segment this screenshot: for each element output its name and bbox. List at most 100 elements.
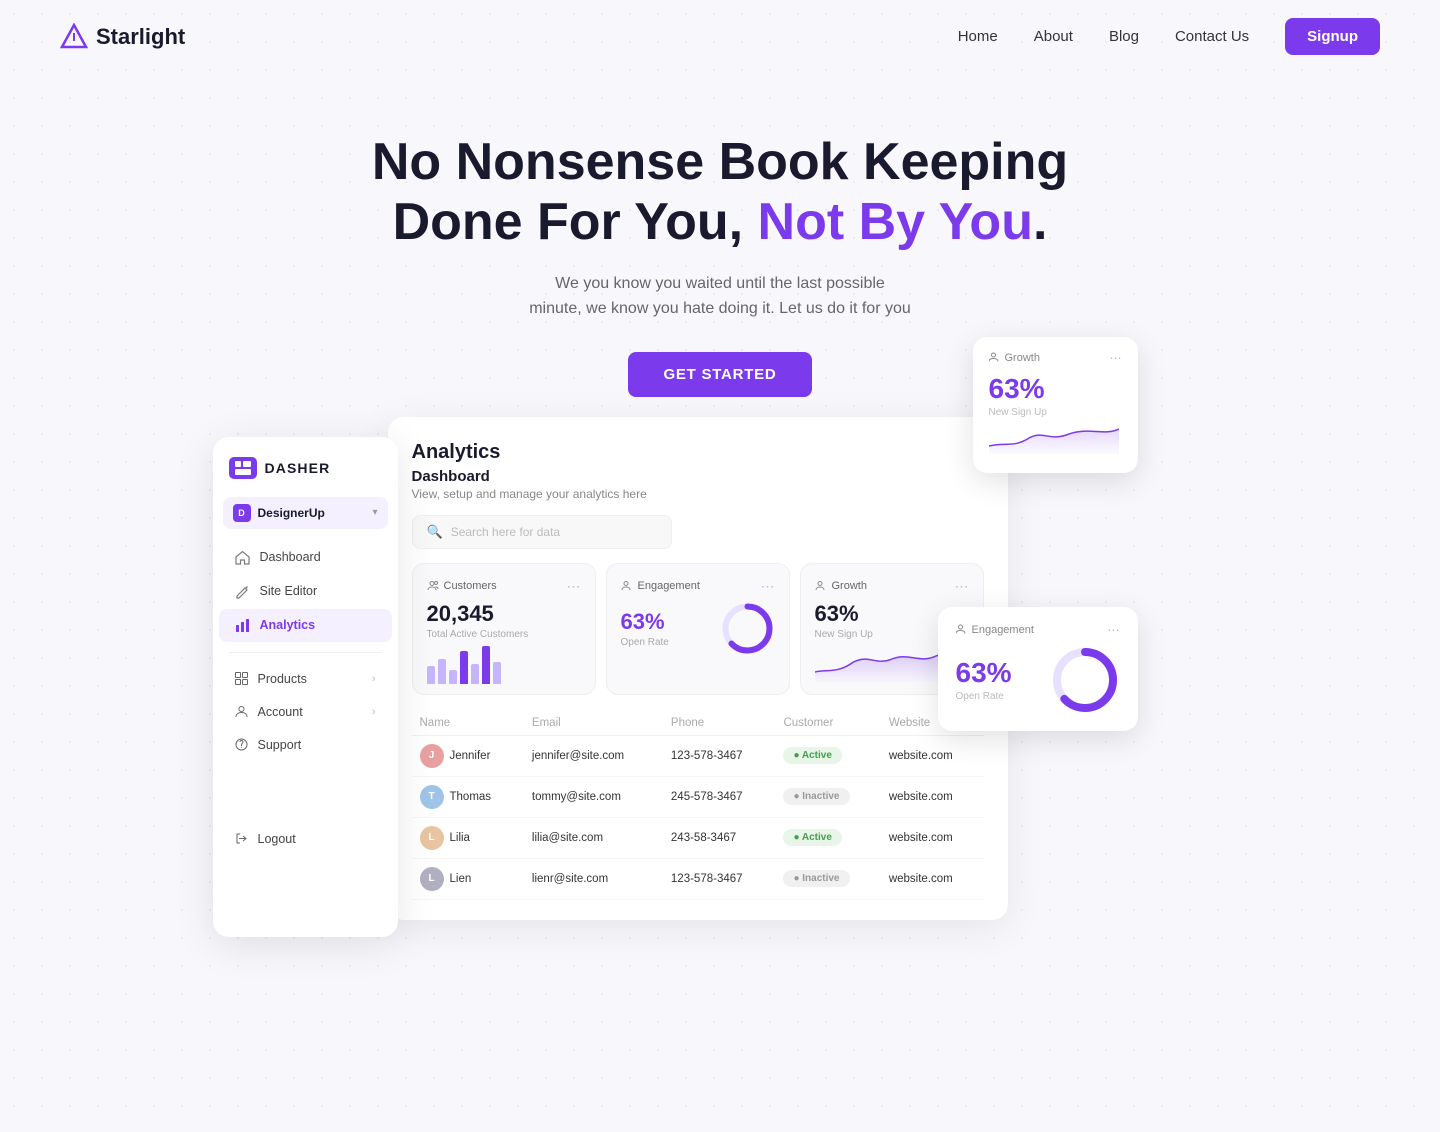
cell-email: tommy@site.com <box>524 776 663 817</box>
col-customer: Customer <box>775 711 880 736</box>
cell-name: J Jennifer <box>412 735 524 776</box>
sidebar-item-analytics[interactable]: Analytics <box>219 609 392 642</box>
sidebar-brand: DASHER <box>213 457 398 497</box>
status-badge: ● Active <box>783 747 841 764</box>
dashboard-main-title: Analytics <box>412 441 984 464</box>
sidebar-item-support[interactable]: Support <box>219 729 392 761</box>
customers-icon <box>427 580 439 592</box>
search-bar[interactable]: 🔍 Search here for data <box>412 515 672 549</box>
hero-desc2: minute, we know you hate doing it. Let u… <box>529 300 911 317</box>
analytics-icon <box>235 618 250 633</box>
sidebar-item-account[interactable]: Account › <box>219 696 392 728</box>
hero-line1: No Nonsense Book Keeping <box>372 133 1068 191</box>
float-engagement-menu-icon[interactable]: ⋯ <box>1108 623 1120 637</box>
engagement-value: 63% <box>621 609 669 635</box>
float-engagement-label: Engagement <box>972 624 1034 636</box>
float-growth-card: Growth ⋯ 63% New Sign Up <box>973 337 1138 473</box>
hero-line2-end: . <box>1033 193 1047 251</box>
bar-3 <box>449 670 457 684</box>
signup-button[interactable]: Signup <box>1285 18 1380 55</box>
growth-label: Growth <box>832 580 867 592</box>
sidebar-card: DASHER D DesignerUp ▾ Dashboard Site Edi… <box>213 437 398 937</box>
float-engagement-card: Engagement ⋯ 63% Open Rate <box>938 607 1138 731</box>
engagement-donut <box>720 601 775 656</box>
stat-cards-row: Customers ⋯ 20,345 Total Active Customer… <box>412 563 984 695</box>
table-row: J Jennifer jennifer@site.com 123-578-346… <box>412 735 984 776</box>
bar-2 <box>438 659 446 684</box>
products-icon <box>235 672 248 685</box>
home-icon <box>235 550 250 565</box>
sidebar-item-support-label: Support <box>258 738 302 752</box>
growth-menu-icon[interactable]: ⋯ <box>955 578 969 595</box>
sidebar-item-products[interactable]: Products › <box>219 663 392 695</box>
col-phone: Phone <box>663 711 776 736</box>
float-engagement-value: 63% <box>956 657 1012 689</box>
cta-button[interactable]: GET STARTED <box>628 352 813 397</box>
customers-value: 20,345 <box>427 601 581 627</box>
engagement-label: Engagement <box>638 580 700 592</box>
nav-home[interactable]: Home <box>958 28 998 45</box>
dashboard-subtitle: View, setup and manage your analytics he… <box>412 487 984 501</box>
customers-sub: Total Active Customers <box>427 629 581 640</box>
status-badge: ● Active <box>783 829 841 846</box>
engagement-menu-icon[interactable]: ⋯ <box>761 578 775 595</box>
sidebar-item-analytics-label: Analytics <box>260 618 316 632</box>
search-icon: 🔍 <box>427 524 443 540</box>
sidebar-item-dashboard[interactable]: Dashboard <box>219 541 392 574</box>
sidebar-item-dashboard-label: Dashboard <box>260 550 321 564</box>
stat-card-engagement: Engagement ⋯ 63% Open Rate <box>606 563 790 695</box>
chevron-right-icon: › <box>372 673 376 685</box>
bar-4 <box>460 651 468 684</box>
col-email: Email <box>524 711 663 736</box>
cell-status: ● Active <box>775 817 880 858</box>
sidebar-item-site-editor[interactable]: Site Editor <box>219 575 392 608</box>
bar-5 <box>471 664 479 684</box>
sidebar-brand-name: DASHER <box>265 460 331 476</box>
customers-table: Name Email Phone Customer Website J Jenn… <box>412 711 984 900</box>
customers-bar-chart <box>427 646 581 684</box>
col-name: Name <box>412 711 524 736</box>
engagement-sub: Open Rate <box>621 637 669 648</box>
hero-line2-accent: Not By You <box>758 193 1033 251</box>
navbar: Starlight Home About Blog Contact Us Sig… <box>0 0 1440 73</box>
org-avatar: D <box>233 504 251 522</box>
logout-icon <box>235 832 248 845</box>
cell-email: lilia@site.com <box>524 817 663 858</box>
bar-1 <box>427 666 435 684</box>
float-growth-menu-icon[interactable]: ⋯ <box>1110 351 1122 365</box>
avatar: L <box>420 826 444 850</box>
edit-icon <box>235 584 250 599</box>
cell-name: T Thomas <box>412 776 524 817</box>
cell-name: L Lilia <box>412 817 524 858</box>
account-icon <box>235 705 248 718</box>
logo-text: Starlight <box>96 24 185 50</box>
cell-phone: 123-578-3467 <box>663 735 776 776</box>
float-engagement-sub: Open Rate <box>956 691 1012 702</box>
nav-about[interactable]: About <box>1034 28 1073 45</box>
cell-website: website.com <box>881 817 984 858</box>
brand-icon <box>229 457 257 479</box>
search-placeholder: Search here for data <box>451 525 560 539</box>
chevron-right-icon-2: › <box>372 706 376 718</box>
table-row: L Lien lienr@site.com 123-578-3467 ● Ina… <box>412 858 984 899</box>
nav-contact[interactable]: Contact Us <box>1175 28 1249 45</box>
nav-blog[interactable]: Blog <box>1109 28 1139 45</box>
customers-menu-icon[interactable]: ⋯ <box>567 578 581 595</box>
sidebar-org-selector[interactable]: D DesignerUp ▾ <box>223 497 388 529</box>
sidebar-logout[interactable]: Logout <box>219 823 392 855</box>
hero-heading: No Nonsense Book Keeping Done For You, N… <box>20 133 1420 253</box>
avatar: L <box>420 867 444 891</box>
sidebar-divider <box>229 652 382 653</box>
logo[interactable]: Starlight <box>60 23 185 51</box>
hero-desc1: We you know you waited until the last po… <box>555 275 885 292</box>
cell-website: website.com <box>881 776 984 817</box>
float-growth-value: 63% <box>989 373 1122 405</box>
support-icon <box>235 738 248 751</box>
logout-label: Logout <box>258 832 296 846</box>
engagement-icon <box>621 580 633 592</box>
float-growth-sparkline <box>989 424 1119 454</box>
float-growth-icon <box>989 352 1000 363</box>
hero-line2-normal: Done For You, <box>393 193 758 251</box>
customers-label: Customers <box>444 580 497 592</box>
chevron-down-icon: ▾ <box>372 507 377 518</box>
